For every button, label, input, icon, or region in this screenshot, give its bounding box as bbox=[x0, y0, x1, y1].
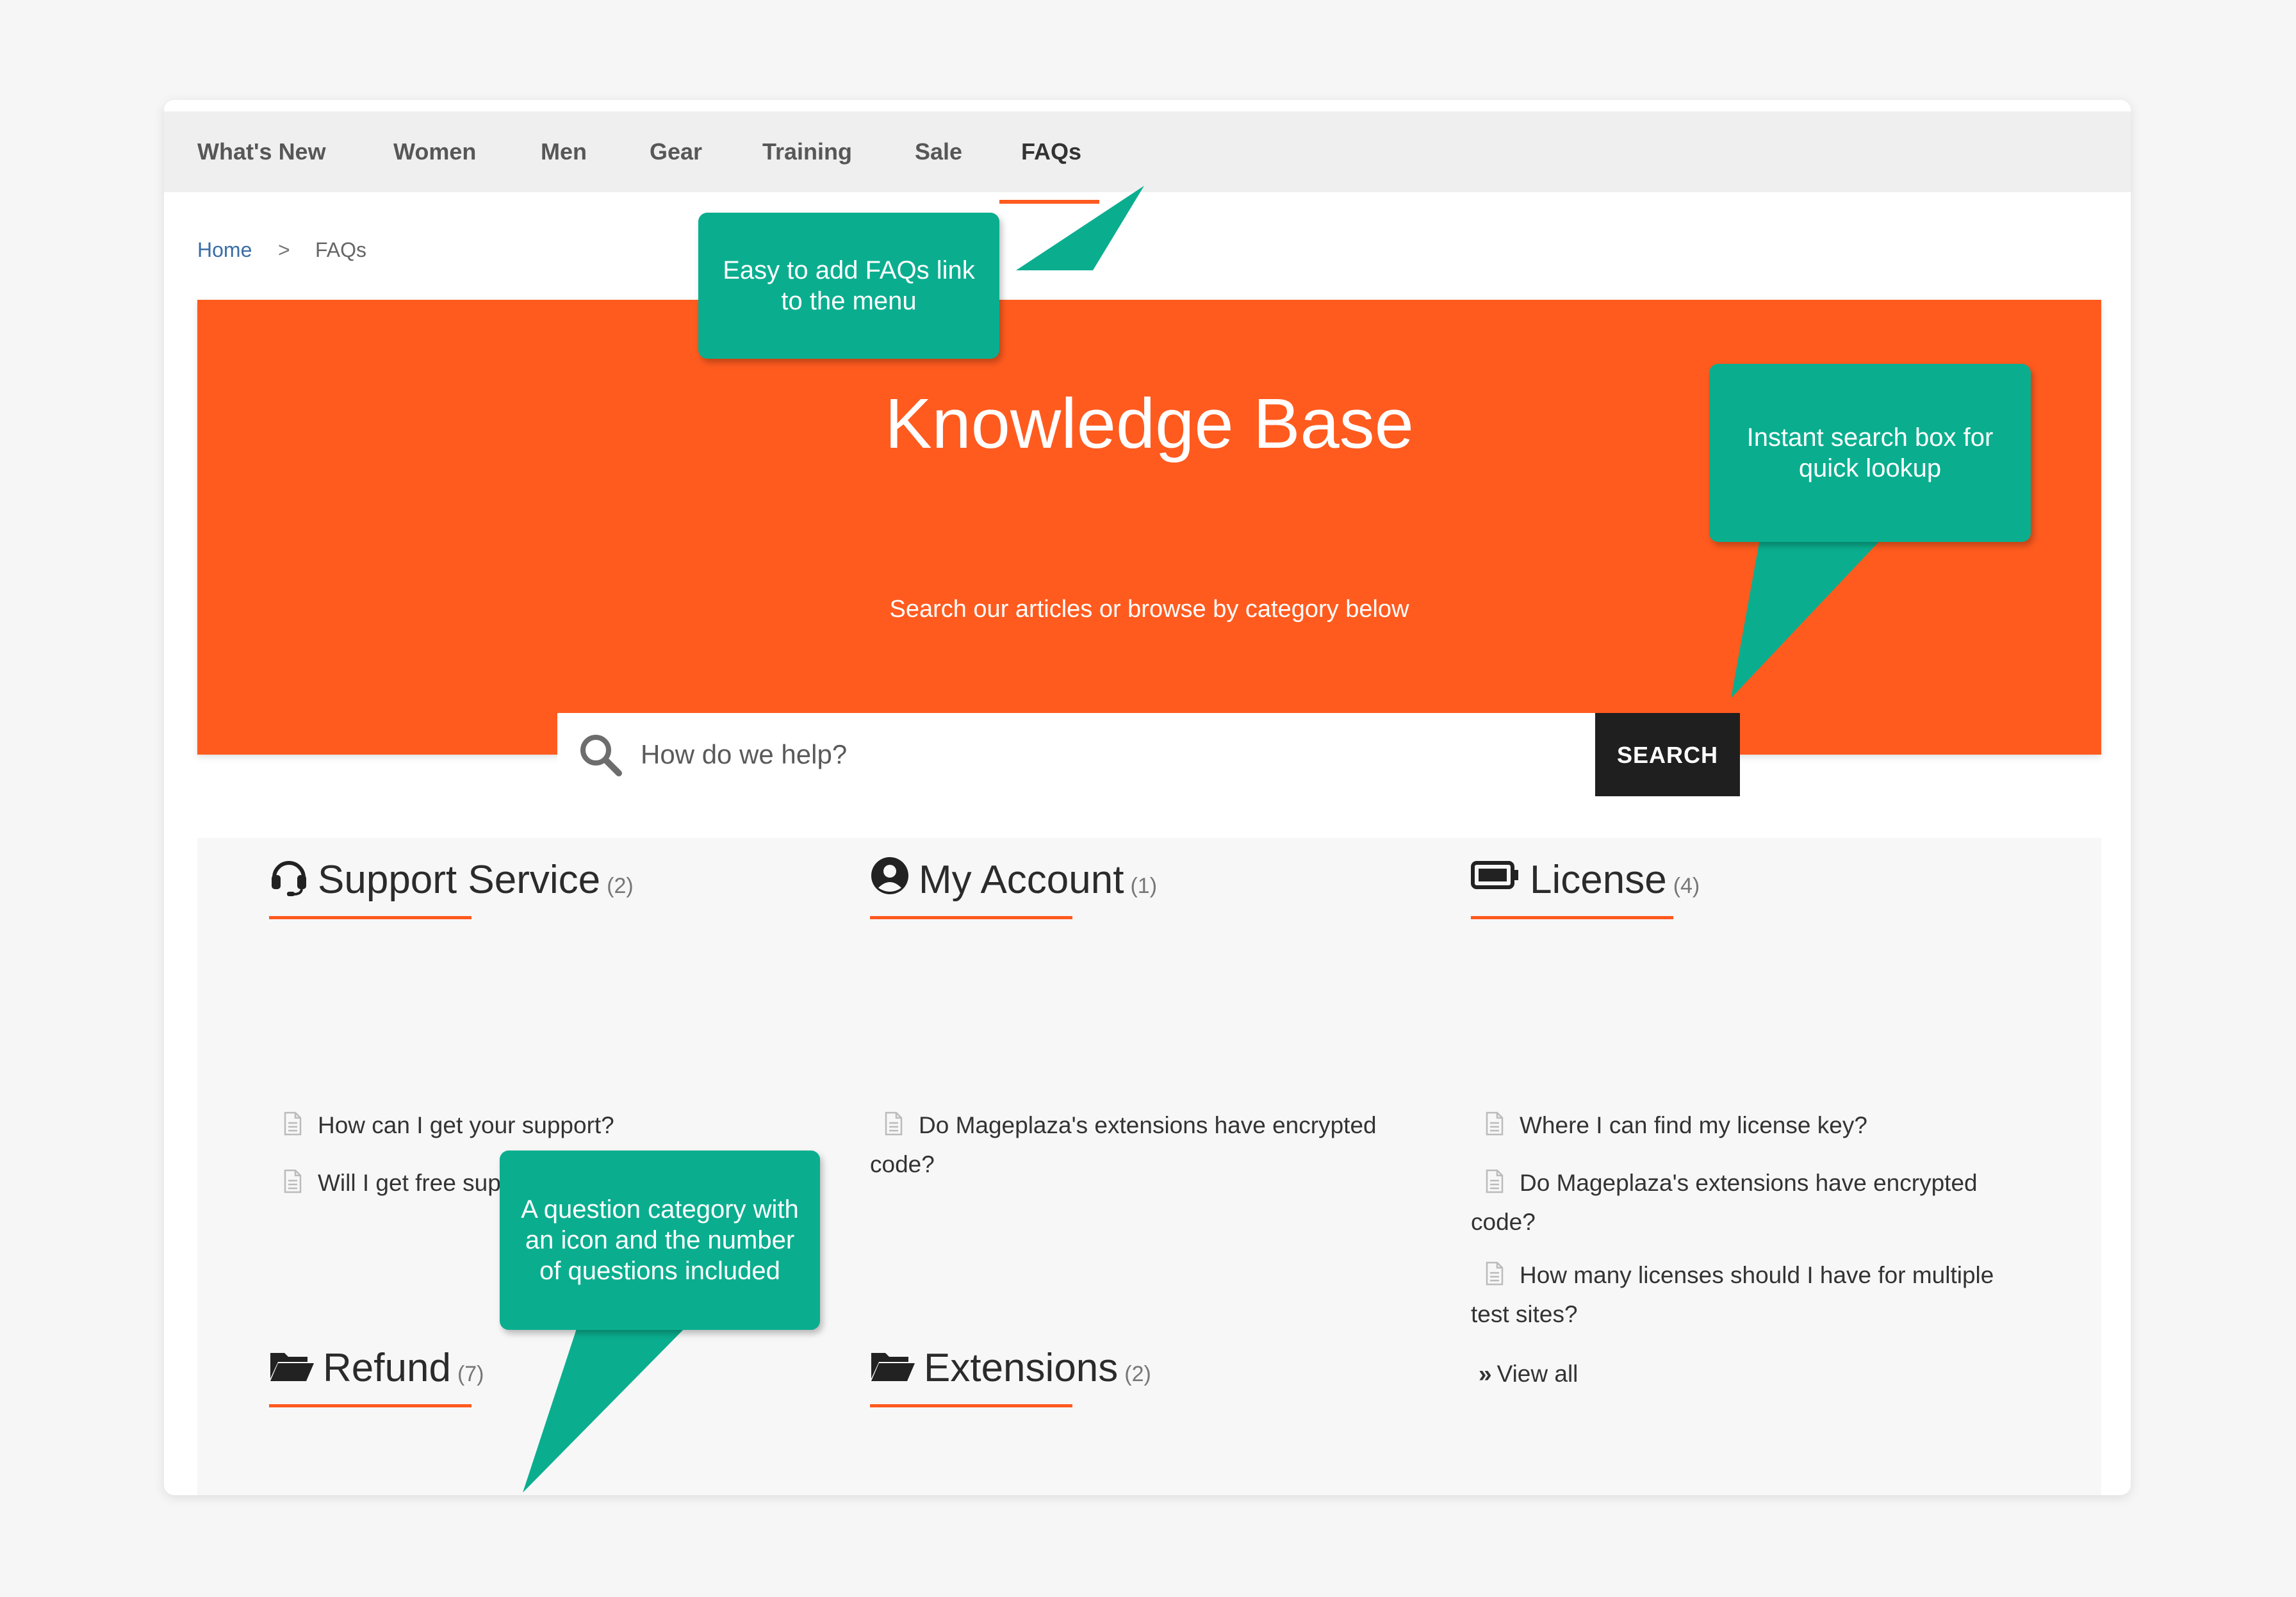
document-icon bbox=[1485, 1110, 1504, 1146]
question-text: How can I get your support? bbox=[318, 1112, 614, 1138]
question-link[interactable]: Do Mageplaza's extensions have encrypted… bbox=[870, 1107, 1421, 1183]
breadcrumb-home[interactable]: Home bbox=[197, 238, 252, 262]
category-underline bbox=[269, 916, 472, 919]
category-count: (2) bbox=[607, 874, 634, 898]
tooltip-category: A question category with an icon and the… bbox=[500, 1151, 820, 1330]
document-icon bbox=[283, 1110, 302, 1146]
question-link[interactable]: Do Mageplaza's extensions have encrypted… bbox=[1471, 1165, 2022, 1240]
question-text: Do Mageplaza's extensions have encrypted… bbox=[1471, 1170, 1978, 1235]
category-title: Support Service bbox=[318, 858, 601, 902]
double-chevron-right-icon: » bbox=[1479, 1361, 1492, 1387]
user-circle-icon bbox=[870, 856, 910, 899]
category-count: (2) bbox=[1124, 1362, 1151, 1386]
breadcrumb-current: FAQs bbox=[315, 238, 367, 261]
question-text: Do Mageplaza's extensions have encrypted… bbox=[870, 1112, 1377, 1177]
headset-icon bbox=[269, 856, 309, 900]
nav-item-gear[interactable]: Gear bbox=[650, 111, 702, 192]
folder-open-icon bbox=[870, 1349, 916, 1386]
question-link[interactable]: How many licenses should I have for mult… bbox=[1471, 1257, 2035, 1332]
question-link[interactable]: Where I can find my license key? bbox=[1471, 1107, 2035, 1146]
search-button[interactable]: SEARCH bbox=[1595, 713, 1740, 796]
tooltip-pointer bbox=[1731, 536, 1885, 698]
category-underline bbox=[870, 1404, 1072, 1407]
category-count: (7) bbox=[457, 1362, 484, 1386]
category-count: (4) bbox=[1673, 874, 1700, 898]
nav-item-women[interactable]: Women bbox=[393, 111, 476, 192]
question-link[interactable]: How can I get your support? bbox=[269, 1107, 833, 1146]
tooltip-pointer bbox=[523, 1317, 696, 1493]
question-text: How many licenses should I have for mult… bbox=[1471, 1262, 1994, 1327]
document-icon bbox=[283, 1167, 302, 1204]
category-underline bbox=[1471, 916, 1673, 919]
tooltip-menu: Easy to add FAQs link to the menu bbox=[698, 213, 999, 359]
nav-item-men[interactable]: Men bbox=[541, 111, 587, 192]
category-count: (1) bbox=[1130, 874, 1158, 898]
category-underline bbox=[870, 916, 1072, 919]
categories-panel: Support Service (2) How can I get your su… bbox=[197, 838, 2101, 1495]
category-title: My Account bbox=[919, 858, 1124, 902]
battery-icon bbox=[1471, 861, 1520, 892]
category-underline bbox=[269, 1404, 472, 1407]
category-title: License bbox=[1530, 858, 1667, 902]
nav-item-whats-new[interactable]: What's New bbox=[197, 111, 326, 192]
nav-item-training[interactable]: Training bbox=[762, 111, 852, 192]
breadcrumb-separator: > bbox=[278, 238, 290, 261]
document-icon bbox=[1485, 1167, 1504, 1204]
folder-open-icon bbox=[269, 1349, 315, 1386]
search-icon bbox=[578, 732, 623, 780]
category-title: Extensions bbox=[924, 1346, 1119, 1390]
category-title: Refund bbox=[323, 1346, 451, 1390]
document-icon bbox=[884, 1110, 903, 1146]
document-icon bbox=[1485, 1259, 1504, 1296]
view-all-link[interactable]: » View all bbox=[1479, 1361, 1578, 1388]
question-text: Where I can find my license key? bbox=[1520, 1112, 1867, 1138]
search-box bbox=[557, 713, 1595, 796]
browser-frame: What's New Women Men Gear Training Sale … bbox=[164, 100, 2131, 1495]
tooltip-search: Instant search box for quick lookup bbox=[1709, 364, 2031, 542]
view-all-label: View all bbox=[1496, 1361, 1578, 1387]
search-input[interactable] bbox=[641, 713, 1576, 796]
